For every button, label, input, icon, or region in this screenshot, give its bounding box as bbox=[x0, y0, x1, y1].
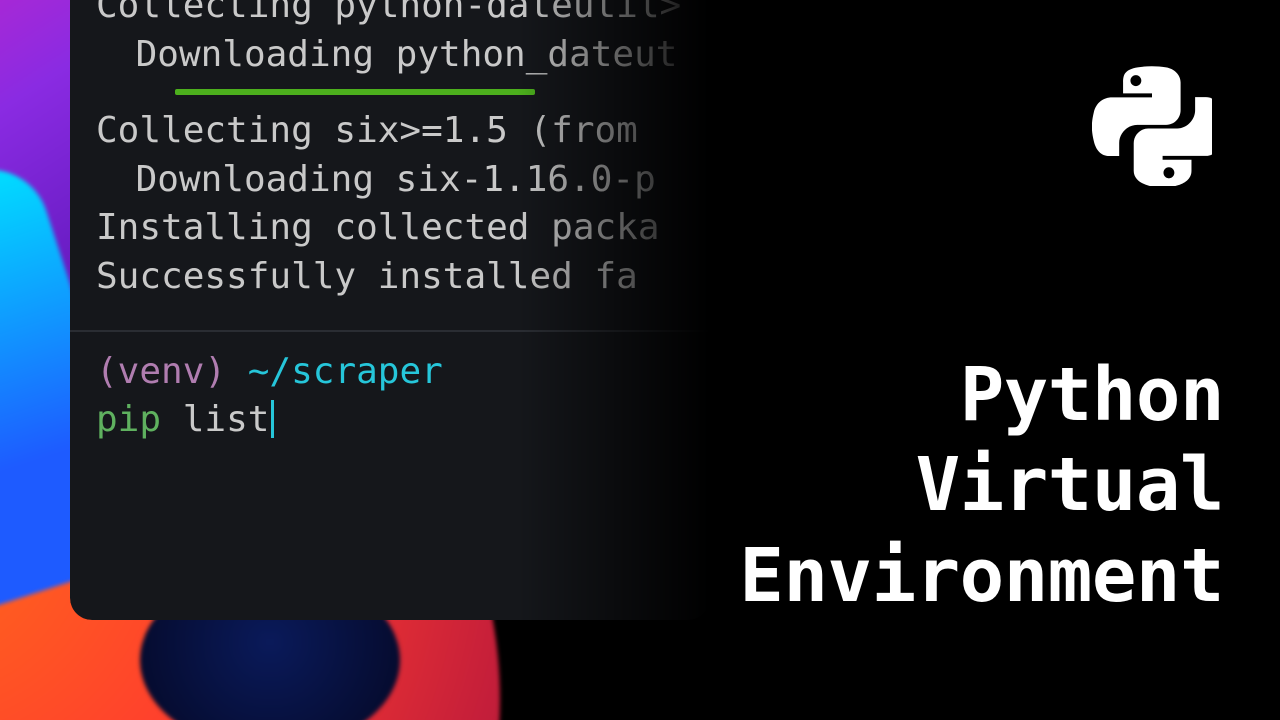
terminal-line: Installing collected packa bbox=[96, 204, 684, 253]
title-line: Virtual bbox=[664, 440, 1224, 530]
command-name: pip bbox=[96, 399, 161, 440]
python-logo-icon bbox=[1092, 66, 1212, 186]
terminal-input[interactable]: pip list bbox=[96, 396, 684, 445]
terminal-line: Collecting six>=1.5 (from bbox=[96, 107, 684, 156]
text-cursor bbox=[271, 400, 274, 438]
progress-bar bbox=[175, 89, 535, 95]
terminal-prompt: (venv) ~/scraper bbox=[96, 348, 684, 397]
terminal-line: Downloading python_dateut bbox=[96, 31, 684, 80]
terminal-line: Downloading six-1.16.0-p bbox=[96, 156, 684, 205]
title-line: Python bbox=[664, 350, 1224, 440]
command-arg: list bbox=[183, 399, 270, 440]
page-title: Python Virtual Environment bbox=[664, 350, 1224, 621]
terminal-line: Successfully installed fa bbox=[96, 253, 684, 302]
path-rest: /scraper bbox=[269, 351, 442, 392]
terminal-window[interactable]: Collecting python-dateutil> Downloading … bbox=[70, 0, 710, 620]
venv-label: (venv) bbox=[96, 351, 226, 392]
terminal-rule bbox=[70, 330, 710, 332]
path-tilde: ~ bbox=[248, 351, 270, 392]
terminal-line: Collecting python-dateutil> bbox=[96, 0, 684, 31]
title-line: Environment bbox=[664, 531, 1224, 621]
